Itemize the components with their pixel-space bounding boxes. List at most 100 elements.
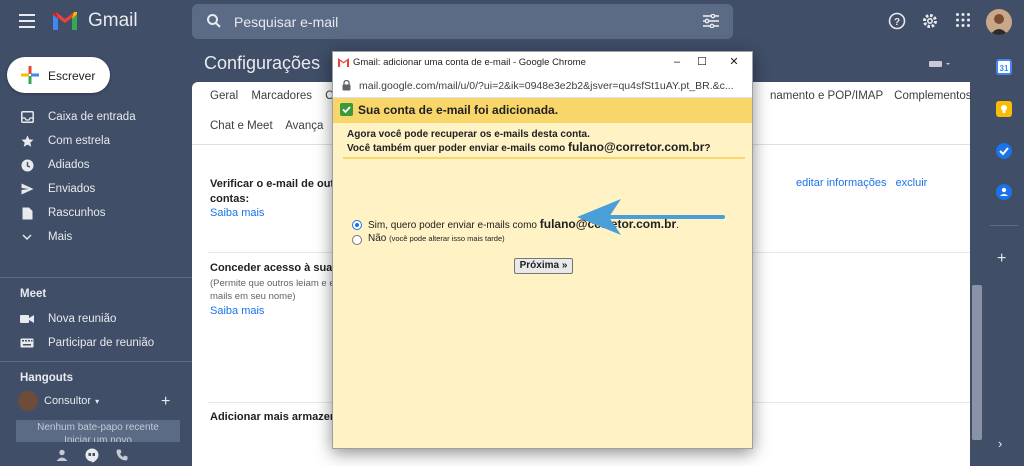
tab-forwarding-pop-imap[interactable]: namento e POP/IMAP [770,90,883,102]
close-icon[interactable]: ✕ [727,55,741,69]
sidebar-divider [0,277,192,278]
add-storage-label: Adicionar mais armazena [210,411,343,423]
tab-general[interactable]: Geral [210,90,238,102]
minimize-icon[interactable]: – [670,55,684,69]
sidebar-item-snoozed[interactable]: Adiados [0,153,192,177]
tab-addons[interactable]: Complementos [894,90,971,102]
keyboard-input-icon[interactable] [929,60,951,68]
sidebar-item-drafts[interactable]: Rascunhos [0,201,192,225]
grant-access-description-line1: (Permite que outros leiam e e [210,278,335,289]
option-yes-label-text: Sim, quero poder enviar e-mails como [368,220,540,231]
get-addons-icon[interactable]: + [997,250,1006,268]
checkmark-icon [340,103,353,116]
learn-more-link[interactable]: Saiba mais [210,305,264,317]
gmail-logo[interactable]: Gmail [52,10,138,32]
edit-info-link[interactable]: editar informações [796,177,887,189]
grant-access-description: (Permite que outros leiam e e mails em s… [210,277,335,303]
add-chat-icon[interactable]: + [161,393,170,411]
gmail-m-icon [53,12,77,30]
start-new-chat-link[interactable]: Iniciar um novo [16,434,180,442]
next-button[interactable]: Próxima » [514,258,573,274]
sidebar-item-label: Enviados [48,183,96,195]
popup-titlebar[interactable]: Gmail: adicionar uma conta de e-mail - G… [333,52,752,74]
search-icon[interactable] [206,13,222,29]
send-as-question-prefix: Você também quer poder enviar e-mails co… [347,143,568,154]
sidebar-item-inbox[interactable]: Caixa de entrada [0,105,192,129]
popup-divider [343,157,745,159]
compose-button[interactable]: Escrever [7,57,110,93]
keep-icon[interactable] [996,101,1012,117]
sidebar-item-label: Caixa de entrada [48,111,136,123]
option-no-radio[interactable] [352,235,362,245]
keyboard-icon [20,336,34,350]
gmail-favicon-icon [338,58,349,67]
maximize-icon[interactable]: ☐ [695,55,709,69]
chevron-right-icon[interactable]: › [998,436,1002,451]
chevron-down-icon [20,230,34,244]
hangouts-user-name: Consultor [44,395,92,407]
star-icon [20,134,34,148]
tasks-icon[interactable] [996,143,1012,159]
success-banner: Sua conta de e-mail foi adicionada. [333,98,752,123]
check-mail-label-line2: contas: [210,193,250,205]
sidebar-item-sent[interactable]: Enviados [0,177,192,201]
sidebar-item-join-meeting[interactable]: Participar de reunião [0,331,192,355]
meet-section-title: Meet [20,288,47,300]
settings-tabs-row1: Geral Marcadores Ca [210,90,350,102]
search-bar[interactable]: Pesquisar e-mail [192,4,733,39]
grant-access-label: Conceder acesso à sua c [210,262,342,274]
sidebar-item-new-meeting[interactable]: Nova reunião [0,307,192,331]
svg-text:?: ? [894,17,900,28]
search-input[interactable]: Pesquisar e-mail [234,14,338,30]
scrollbar-thumb[interactable] [972,285,982,440]
contacts-icon[interactable] [996,184,1012,200]
tab-advanced[interactable]: Avança [285,120,323,132]
delete-link[interactable]: excluir [896,177,928,189]
popup-address-bar[interactable]: mail.google.com/mail/u/0/?ui=2&ik=0948e3… [333,74,752,98]
compose-plus-icon [21,66,39,84]
sidebar-item-label: Com estrela [48,135,110,147]
rail-divider [990,225,1018,226]
search-options-icon[interactable] [703,14,719,28]
apps-grid-icon[interactable] [955,12,971,28]
send-icon [20,182,34,196]
send-as-question-suffix: ? [704,143,711,154]
settings-tabs-row1-right: namento e POP/IMAP Complementos [762,90,971,102]
email-address: fulano@corretor.com.br [568,140,705,154]
option-no-hint: (você pode alterar isso mais tarde) [389,234,505,243]
hangouts-chat-icon[interactable] [82,446,102,464]
lock-icon [342,80,351,91]
sidebar-item-label: Rascunhos [48,207,106,219]
caret-down-icon: ▾ [95,396,100,406]
success-message: Sua conta de e-mail foi adicionada. [358,103,559,117]
help-icon[interactable]: ? [888,12,906,30]
sidebar-divider [0,361,192,362]
no-recent-chats: Nenhum bate-papo recente Iniciar um novo [16,420,180,442]
svg-text:31: 31 [1000,64,1009,73]
learn-more-link[interactable]: Saiba mais [210,207,264,219]
sidebar-item-more[interactable]: Mais [0,225,192,249]
retrieve-mail-text: Agora você pode recuperar os e-mails des… [347,129,590,140]
sidebar-item-starred[interactable]: Com estrela [0,129,192,153]
hangouts-section-title: Hangouts [20,372,74,384]
send-as-question: Você também quer poder enviar e-mails co… [347,140,711,154]
hangouts-avatar [18,391,38,411]
settings-gear-icon[interactable] [921,12,939,30]
option-no-label-text: Não [368,233,387,244]
person-icon[interactable] [52,446,72,464]
hangouts-footer [52,446,132,464]
account-avatar[interactable] [986,9,1012,35]
calendar-icon[interactable]: 31 [996,59,1012,75]
compose-label: Escrever [48,69,96,83]
option-no-label[interactable]: Não (você pode alterar isso mais tarde) [368,233,505,244]
tab-labels[interactable]: Marcadores [251,90,312,102]
draft-icon [20,206,34,220]
phone-icon[interactable] [112,446,132,464]
check-mail-label: Verificar o e-mail de outr contas: [210,177,338,207]
sidebar-item-label: Adiados [48,159,90,171]
option-yes-radio[interactable] [352,220,362,230]
no-chats-text: Nenhum bate-papo recente [37,422,159,433]
main-menu-icon[interactable] [19,14,35,28]
tab-chat-meet[interactable]: Chat e Meet [210,120,273,132]
hangouts-user[interactable]: Consultor ▾ [18,391,99,411]
